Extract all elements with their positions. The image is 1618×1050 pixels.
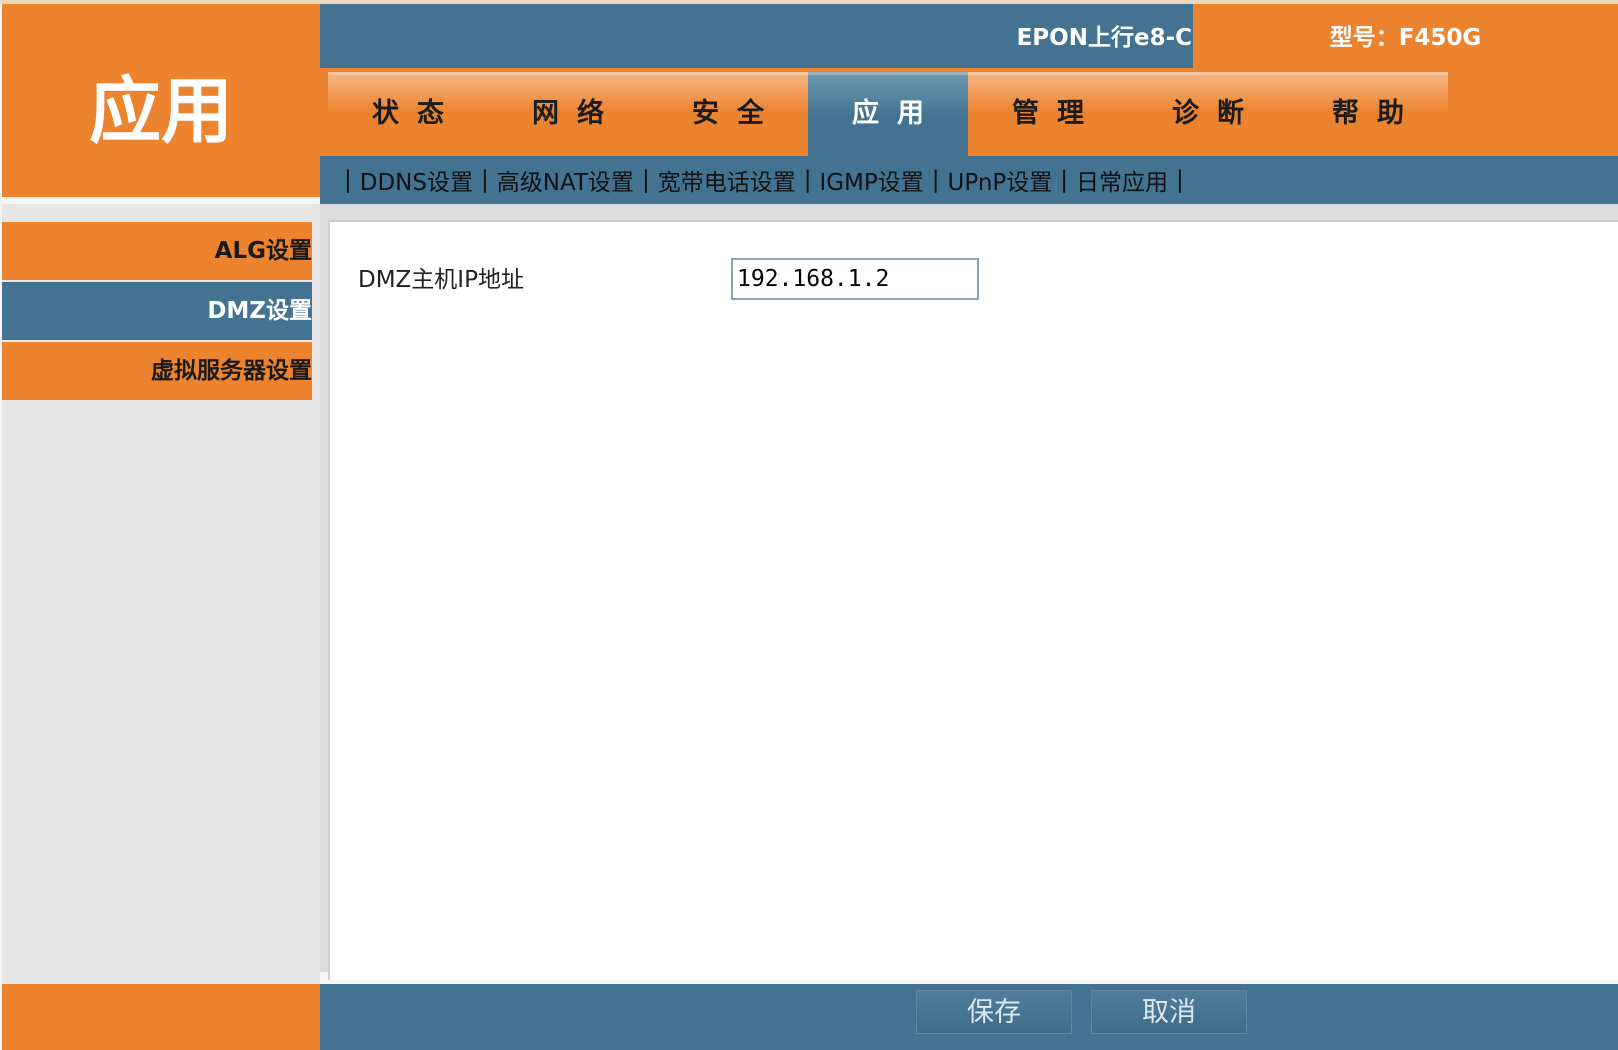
- tab-network[interactable]: 网络: [488, 72, 648, 156]
- tab-status[interactable]: 状态: [328, 72, 488, 156]
- main-nav: 状态 网络 安全 应用 管理 诊断 帮助: [328, 72, 1448, 156]
- section-title: 应用: [88, 69, 233, 153]
- tab-help[interactable]: 帮助: [1288, 72, 1448, 156]
- tab-security[interactable]: 安全: [648, 72, 808, 156]
- sidebar-item-alg[interactable]: ALG设置: [2, 222, 312, 280]
- tab-management[interactable]: 管理: [968, 72, 1128, 156]
- sidebar-item-virtual-server[interactable]: 虚拟服务器设置: [2, 342, 312, 400]
- subnav-upnp[interactable]: UPnP设置: [948, 163, 1053, 197]
- dmz-host-ip-label: DMZ主机IP地址: [358, 267, 524, 293]
- sub-nav-separator: |: [1176, 167, 1184, 193]
- save-button[interactable]: 保存: [916, 990, 1072, 1034]
- sidebar-item-dmz[interactable]: DMZ设置: [2, 282, 312, 340]
- section-logo: 应用: [2, 4, 320, 197]
- sub-nav-separator: |: [641, 167, 650, 193]
- subnav-voip[interactable]: 宽带电话设置: [658, 163, 796, 197]
- product-name: EPON上行e8-C: [1016, 25, 1192, 51]
- model-label: 型号：F450G: [1329, 25, 1482, 51]
- subnav-daily-apps[interactable]: 日常应用: [1076, 163, 1168, 197]
- sub-nav-separator: |: [931, 167, 940, 193]
- subnav-igmp[interactable]: IGMP设置: [819, 163, 923, 197]
- subnav-ddns[interactable]: DDNS设置: [360, 163, 473, 197]
- content-panel: [328, 220, 1618, 980]
- sub-nav-separator: |: [803, 167, 812, 193]
- sub-nav-separator: |: [344, 167, 352, 193]
- sub-nav-separator: |: [480, 167, 489, 193]
- cancel-button[interactable]: 取消: [1091, 990, 1247, 1034]
- sub-nav: | DDNS设置 | 高级NAT设置 | 宽带电话设置 | IGMP设置 | U…: [336, 156, 1192, 204]
- tab-diagnostics[interactable]: 诊断: [1128, 72, 1288, 156]
- dmz-host-ip-input[interactable]: [731, 258, 979, 300]
- footer-left: [2, 984, 320, 1050]
- subnav-advanced-nat[interactable]: 高级NAT设置: [497, 163, 634, 197]
- sub-nav-separator: |: [1060, 167, 1069, 193]
- tab-application[interactable]: 应用: [808, 72, 968, 156]
